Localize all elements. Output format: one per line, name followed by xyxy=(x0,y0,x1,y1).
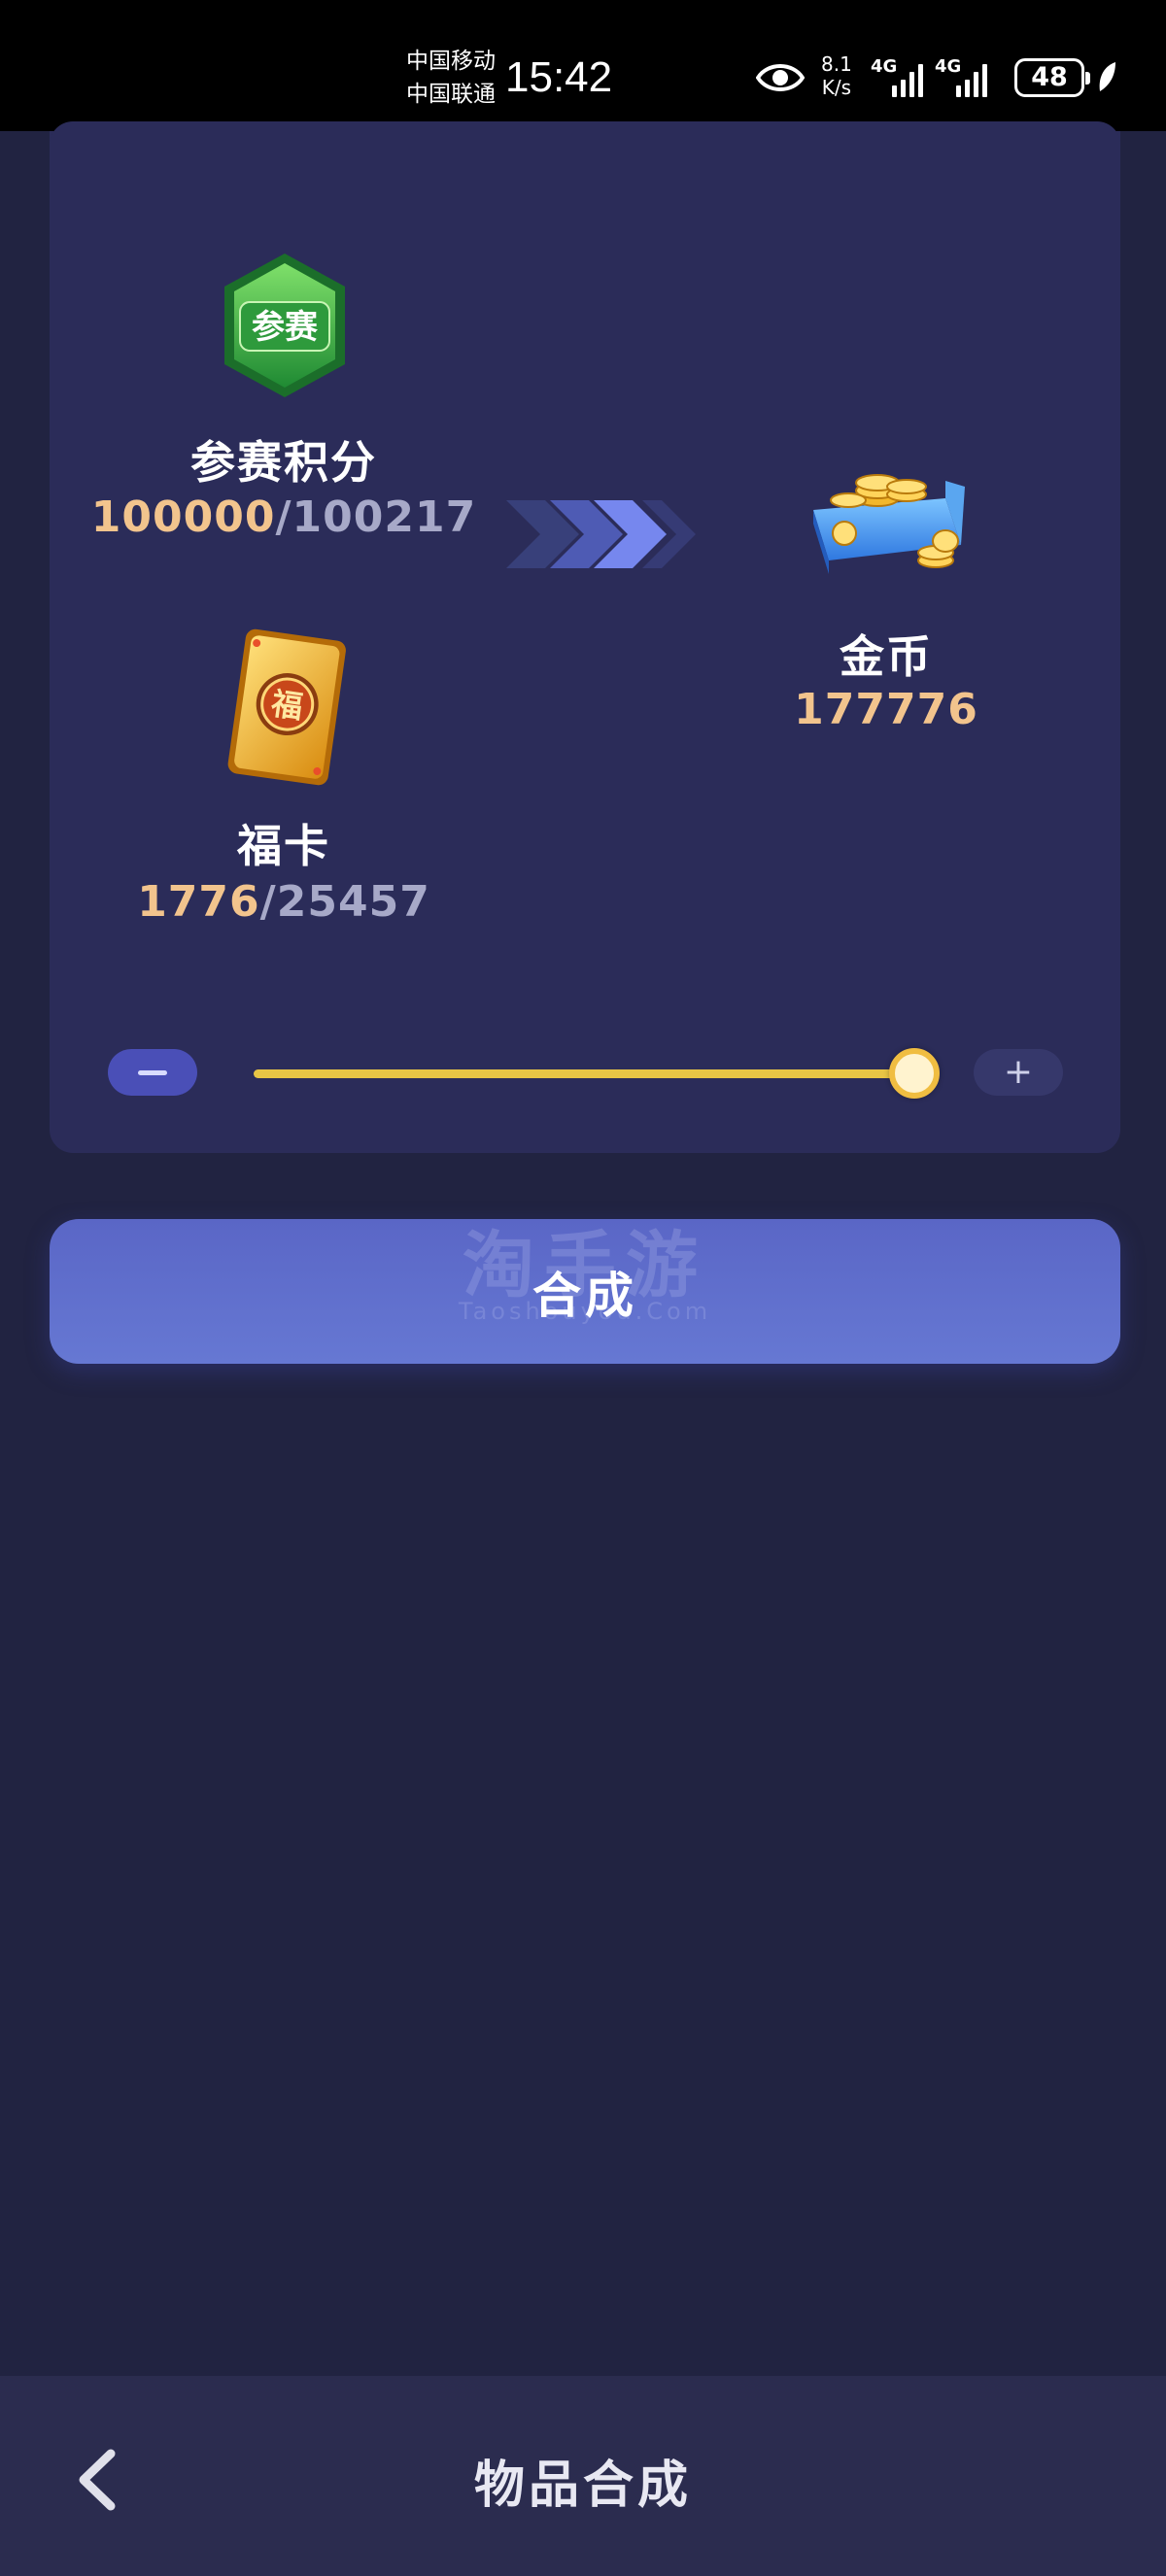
leaf-icon xyxy=(1099,62,1115,91)
triple-chevron-icon xyxy=(506,500,696,568)
minus-icon xyxy=(138,1069,167,1075)
output-amount: 177776 xyxy=(692,685,1080,734)
input-2-total: 25457 xyxy=(276,877,430,927)
plus-icon: + xyxy=(1003,1052,1034,1092)
svg-text:福: 福 xyxy=(268,685,305,726)
increase-button[interactable]: + xyxy=(974,1049,1063,1096)
bottom-nav-bar: 物品合成 xyxy=(0,2376,1166,2576)
input-2-name: 福卡 xyxy=(237,820,330,872)
carrier-1: 中国移动 xyxy=(406,49,496,74)
battery-icon: 48 xyxy=(1014,58,1090,97)
synthesize-label: 合成 xyxy=(532,1267,637,1324)
signal-2-icon: 4G xyxy=(935,56,1003,97)
carrier-2: 中国联通 xyxy=(406,82,496,107)
input-1-have: 100000 xyxy=(90,492,276,542)
net-speed-value: 8.1 xyxy=(821,52,852,76)
signal-1-icon: 4G xyxy=(871,56,939,97)
competition-badge-icon: 参赛 xyxy=(217,250,353,409)
input-1-name: 参赛积分 xyxy=(190,436,377,489)
input-1-total: 100217 xyxy=(292,492,477,542)
svg-text:参赛: 参赛 xyxy=(252,308,319,347)
net-speed-unit: K/s xyxy=(821,76,852,99)
input-2-separator: / xyxy=(259,877,277,927)
quantity-slider-track[interactable] xyxy=(254,1069,914,1078)
synthesize-button[interactable]: 淘手游 Taoshouyou.Com 合成 xyxy=(50,1219,1120,1364)
output-amount-value: 177776 xyxy=(794,685,978,734)
decrease-button[interactable] xyxy=(108,1049,197,1096)
net-speed: 8.1 K/s xyxy=(821,52,852,99)
input-2-count: 1776/25457 xyxy=(89,877,478,927)
quantity-slider-thumb[interactable] xyxy=(889,1048,940,1099)
synthesis-card: 参赛 参赛积分 100000/100217 福 福卡 1776/25457 金币… xyxy=(50,121,1120,1153)
input-1-count: 100000/100217 xyxy=(89,492,478,542)
carrier-names: 中国移动 中国联通 xyxy=(406,45,496,111)
fortune-card-icon: 福 xyxy=(219,627,355,796)
gold-coin-box-icon xyxy=(800,452,975,582)
input-1-separator: / xyxy=(275,492,292,542)
page-title: 物品合成 xyxy=(473,2457,692,2515)
output-name: 金币 xyxy=(840,630,933,683)
status-time: 15:42 xyxy=(505,53,613,101)
eye-icon xyxy=(756,64,805,91)
status-bar: 中国移动 中国联通 15:42 8.1 K/s 4G 4G 48 xyxy=(0,0,1166,131)
input-2-have: 1776 xyxy=(137,877,260,927)
